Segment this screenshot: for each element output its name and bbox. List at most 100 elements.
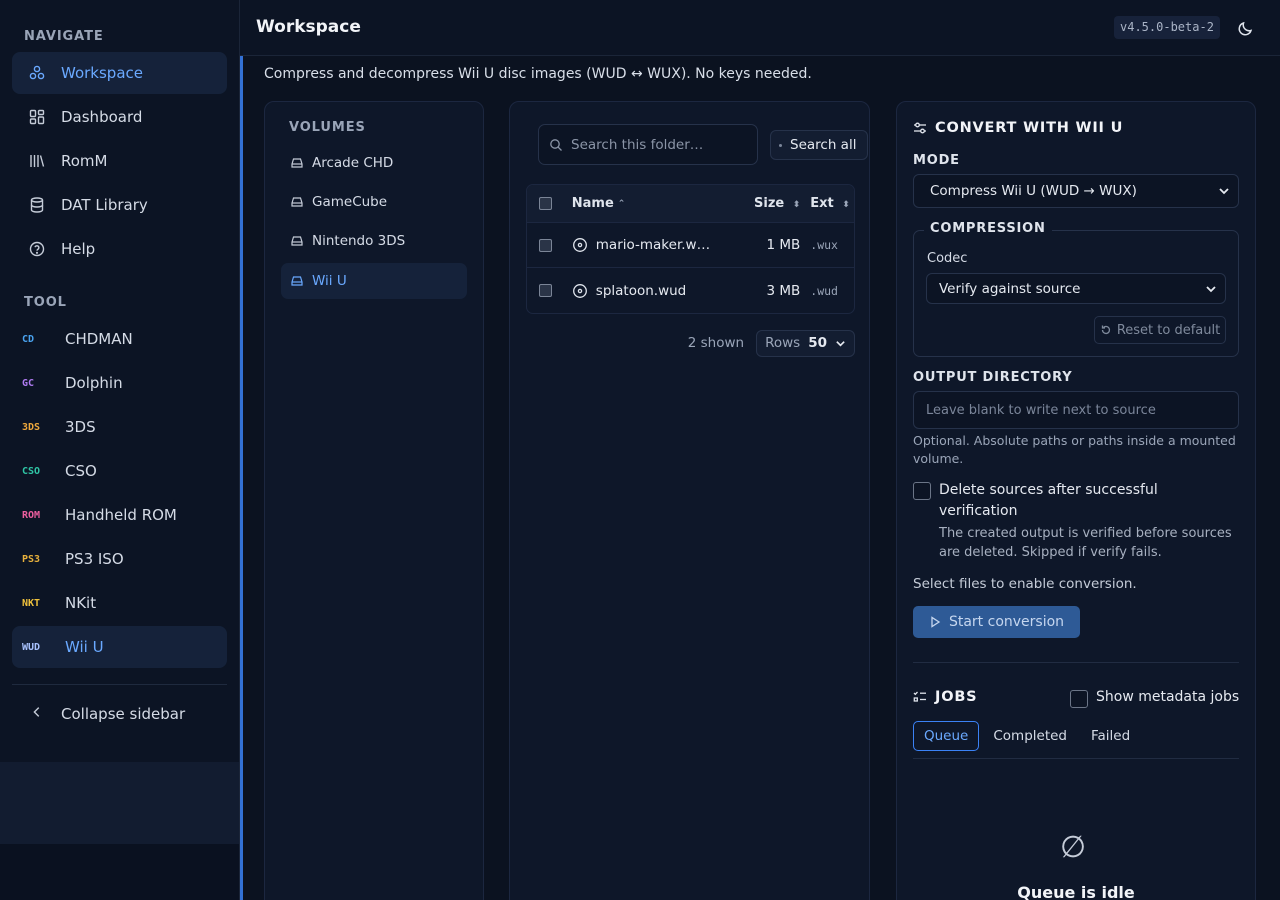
rows-value: 50 xyxy=(808,335,827,351)
sort-ascending-icon: ⌃ xyxy=(617,198,626,209)
file-ext: .wud xyxy=(810,283,838,298)
jobs-title-text: JOBS xyxy=(935,689,978,705)
column-header-size[interactable]: Size ⬍ xyxy=(739,196,811,211)
row-checkbox[interactable] xyxy=(539,238,552,252)
tool-tag: GC xyxy=(22,377,35,389)
tool-tag: NKT xyxy=(22,597,41,609)
delete-sources-checkbox[interactable] xyxy=(913,482,931,500)
sidebar-item-handheld-rom[interactable]: ROM Handheld ROM xyxy=(12,494,227,536)
sidebar-divider xyxy=(12,684,227,685)
sidebar-item-3ds[interactable]: 3DS 3DS xyxy=(12,406,227,448)
navigate-section-label: NAVIGATE xyxy=(24,29,104,44)
sidebar-item-label: RomM xyxy=(61,152,108,170)
search-box xyxy=(538,124,758,165)
table-row[interactable]: mario-maker.w… 1 MB .wux xyxy=(527,223,854,268)
sidebar-item-label: NKit xyxy=(65,594,97,612)
tool-tag: CD xyxy=(22,333,35,345)
chevron-left-icon xyxy=(30,705,46,723)
convert-title: CONVERT WITH WII U xyxy=(913,120,1123,136)
codec-value: Verify against source xyxy=(939,280,1081,297)
version-badge: v4.5.0-beta-2 xyxy=(1114,16,1220,39)
search-all-toggle[interactable]: Search all xyxy=(770,130,868,160)
volumes-panel: VOLUMES Arcade CHD GameCube Nintendo 3DS… xyxy=(264,101,484,900)
reset-to-default-button[interactable]: Reset to default xyxy=(1094,316,1226,344)
sidebar-item-label: CHDMAN xyxy=(65,330,133,348)
disc-icon xyxy=(572,238,587,252)
volume-item-arcade-chd[interactable]: Arcade CHD xyxy=(281,145,467,181)
start-conversion-button[interactable]: Start conversion xyxy=(913,606,1080,638)
row-checkbox[interactable] xyxy=(539,284,552,297)
rows-per-page-select[interactable]: Rows 50 xyxy=(756,329,855,357)
moon-icon xyxy=(1238,21,1253,36)
file-browser-panel: Search all A Name ⌃ Size ⬍ Ext ⬍ xyxy=(509,101,870,900)
sidebar-item-romm[interactable]: RomM xyxy=(12,140,227,182)
convert-title-text: CONVERT WITH WII U xyxy=(935,120,1124,136)
table-header: Name ⌃ Size ⬍ Ext ⬍ xyxy=(527,185,854,223)
sidebar-item-workspace[interactable]: Workspace xyxy=(12,52,227,94)
volume-item-nintendo-3ds[interactable]: Nintendo 3DS xyxy=(281,223,467,259)
delete-sources-label: Delete sources after successful verifica… xyxy=(939,482,1158,519)
table-row[interactable]: splatoon.wud 3 MB .wud xyxy=(527,268,854,313)
sidebar-item-cso[interactable]: CSO CSO xyxy=(12,450,227,492)
sidebar-item-dashboard[interactable]: Dashboard xyxy=(12,96,227,138)
collapse-sidebar-button[interactable]: Collapse sidebar xyxy=(12,693,227,735)
sort-icon: ⬍ xyxy=(792,200,801,210)
volume-label: Arcade CHD xyxy=(312,155,394,171)
file-name: splatoon.wud xyxy=(595,282,687,299)
volume-label: GameCube xyxy=(312,194,388,210)
queue-empty-title: Queue is idle xyxy=(1017,883,1135,900)
toggle-dot-icon xyxy=(779,143,782,147)
sidebar-item-help[interactable]: Help xyxy=(12,228,227,270)
column-header-ext[interactable]: Ext ⬍ xyxy=(810,196,854,211)
volume-label: Wii U xyxy=(312,273,347,289)
file-name: mario-maker.w… xyxy=(595,237,711,253)
tab-queue[interactable]: Queue xyxy=(913,721,980,751)
page-title: Workspace xyxy=(256,17,361,37)
sidebar-item-ps3-iso[interactable]: PS3 PS3 ISO xyxy=(12,538,227,580)
sidebar-item-chdman[interactable]: CD CHDMAN xyxy=(12,318,227,360)
sidebar-item-label: Help xyxy=(61,240,96,258)
codec-select[interactable]: Verify against source xyxy=(926,273,1226,304)
column-name-label: Name xyxy=(571,196,614,211)
search-input[interactable] xyxy=(571,136,741,153)
column-header-name[interactable]: Name ⌃ xyxy=(572,196,739,211)
volume-item-gamecube[interactable]: GameCube xyxy=(281,184,467,220)
section-divider xyxy=(913,662,1239,663)
collapse-sidebar-label: Collapse sidebar xyxy=(61,705,186,723)
sidebar-item-label: 3DS xyxy=(65,418,96,436)
sidebar-item-dat-library[interactable]: DAT Library xyxy=(12,184,227,226)
drive-icon xyxy=(291,197,303,207)
sidebar-item-wii-u[interactable]: WUD Wii U xyxy=(12,626,227,668)
mode-select[interactable]: Compress Wii U (WUD → WUX) xyxy=(913,174,1239,208)
show-metadata-jobs-checkbox[interactable] xyxy=(1070,690,1088,708)
compression-legend: COMPRESSION xyxy=(924,221,1052,236)
tab-failed[interactable]: Failed xyxy=(1081,721,1140,751)
sidebar-item-dolphin[interactable]: GC Dolphin xyxy=(12,362,227,404)
chevron-down-icon xyxy=(1219,188,1229,195)
file-name-cell: splatoon.wud xyxy=(572,283,739,299)
output-directory-input[interactable] xyxy=(913,391,1239,429)
select-files-hint: Select files to enable conversion. xyxy=(913,576,1137,592)
jobs-tabs: Queue Completed Failed xyxy=(913,721,1144,751)
sidebar-item-label: CSO xyxy=(65,462,97,480)
sidebar-item-nkit[interactable]: NKT NKit xyxy=(12,582,227,624)
compression-group: COMPRESSION Codec Verify against source … xyxy=(913,221,1239,357)
file-name-cell: mario-maker.w… xyxy=(572,237,739,253)
empty-set-icon: ∅ xyxy=(1060,830,1087,865)
convert-panel: CONVERT WITH WII U MODE Compress Wii U (… xyxy=(896,101,1256,900)
volume-item-wii-u[interactable]: Wii U xyxy=(281,263,467,299)
tool-tag: CSO xyxy=(22,465,41,477)
tool-tag: PS3 xyxy=(22,553,41,565)
select-all-checkbox[interactable] xyxy=(539,197,552,210)
tab-completed[interactable]: Completed xyxy=(983,721,1077,751)
column-ext-label: Ext xyxy=(810,196,834,211)
codec-label: Codec xyxy=(927,251,968,266)
help-icon xyxy=(28,240,46,258)
database-icon xyxy=(28,196,46,214)
reset-icon xyxy=(1101,325,1110,335)
active-tool-accent xyxy=(240,56,243,900)
table-footer: 2 shown Rows 50 xyxy=(526,329,855,357)
search-all-label: Search all xyxy=(790,137,857,153)
theme-toggle-button[interactable] xyxy=(1236,18,1256,38)
chevron-down-icon xyxy=(836,340,845,347)
